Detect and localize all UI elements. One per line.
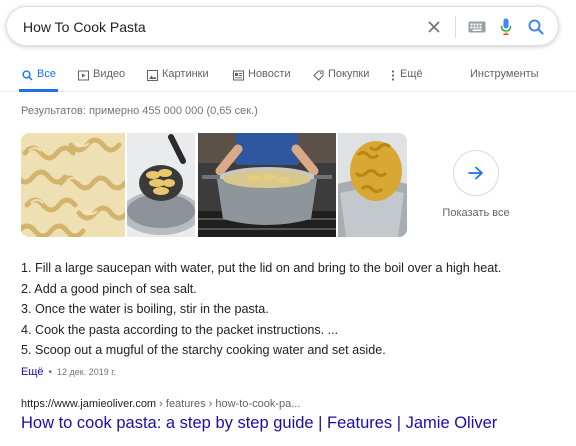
list-item: 5. Scoop out a mugful of the starchy coo… xyxy=(21,343,386,357)
search-tabs: Все Видео Картинки Новости Покупки Ещё И… xyxy=(0,62,576,92)
list-item: 3. Once the water is boiling, stir in th… xyxy=(21,302,269,316)
tab-label: Покупки xyxy=(328,68,370,80)
list-item: 2. Add a good pinch of sea salt. xyxy=(21,281,197,296)
tab-label: Все xyxy=(37,68,56,80)
tab-news[interactable]: Новости xyxy=(232,68,291,92)
tools-button[interactable]: Инструменты xyxy=(470,68,539,80)
arrow-right-icon xyxy=(453,150,499,196)
image-icon xyxy=(146,69,158,81)
tab-label: Ещё xyxy=(400,68,423,80)
separator-dot: • xyxy=(48,366,53,378)
search-icon xyxy=(21,69,33,81)
tab-shopping[interactable]: Покупки xyxy=(312,68,369,92)
search-icon[interactable] xyxy=(526,17,546,37)
result-url[interactable]: https://www.jamieoliver.com › features ›… xyxy=(21,398,300,410)
tab-images[interactable]: Картинки xyxy=(146,68,209,92)
result-title-link[interactable]: How to cook pasta: a step by step guide … xyxy=(21,414,497,433)
show-all-images[interactable]: Показать все xyxy=(440,150,512,219)
result-stats: Результатов: примерно 455 000 000 (0,65 … xyxy=(21,105,258,117)
list-item: 1. Fill a large saucepan with water, put… xyxy=(21,261,502,275)
video-icon xyxy=(77,69,89,81)
more-vert-icon xyxy=(390,69,396,81)
pasta-ladle-image[interactable] xyxy=(127,133,195,237)
tab-all[interactable]: Все xyxy=(19,68,58,92)
snippet-date: 12 дек. 2019 г. xyxy=(57,367,116,377)
search-bar-divider xyxy=(455,16,456,38)
tab-label: Видео xyxy=(93,68,126,80)
tab-more[interactable]: Ещё xyxy=(390,68,423,92)
close-icon[interactable] xyxy=(424,17,444,37)
more-link[interactable]: Ещё xyxy=(21,366,44,378)
result-path: › features › how-to-cook-pa... xyxy=(156,398,301,410)
show-all-label: Показать все xyxy=(442,207,510,219)
featured-snippet-steps: 1. Fill a large saucepan with water, put… xyxy=(21,258,501,361)
pot-on-stove-image[interactable] xyxy=(198,133,336,237)
keyboard-icon[interactable] xyxy=(467,17,487,37)
tab-video[interactable]: Видео xyxy=(77,68,125,92)
result-domain: https://www.jamieoliver.com xyxy=(21,398,157,410)
news-icon xyxy=(232,69,244,81)
image-strip xyxy=(21,133,411,237)
tab-label: Картинки xyxy=(162,68,209,80)
tag-icon xyxy=(312,69,324,81)
list-item: 4. Cook the pasta according to the packe… xyxy=(21,322,339,337)
snippet-meta: Ещё • 12 дек. 2019 г. xyxy=(21,366,116,378)
microphone-icon[interactable] xyxy=(496,17,516,37)
tab-label: Новости xyxy=(248,68,291,80)
pasta-strainer-image[interactable] xyxy=(338,133,407,237)
search-bar xyxy=(6,6,559,46)
search-input[interactable] xyxy=(23,17,403,37)
pasta-fusilli-image[interactable] xyxy=(21,133,125,237)
